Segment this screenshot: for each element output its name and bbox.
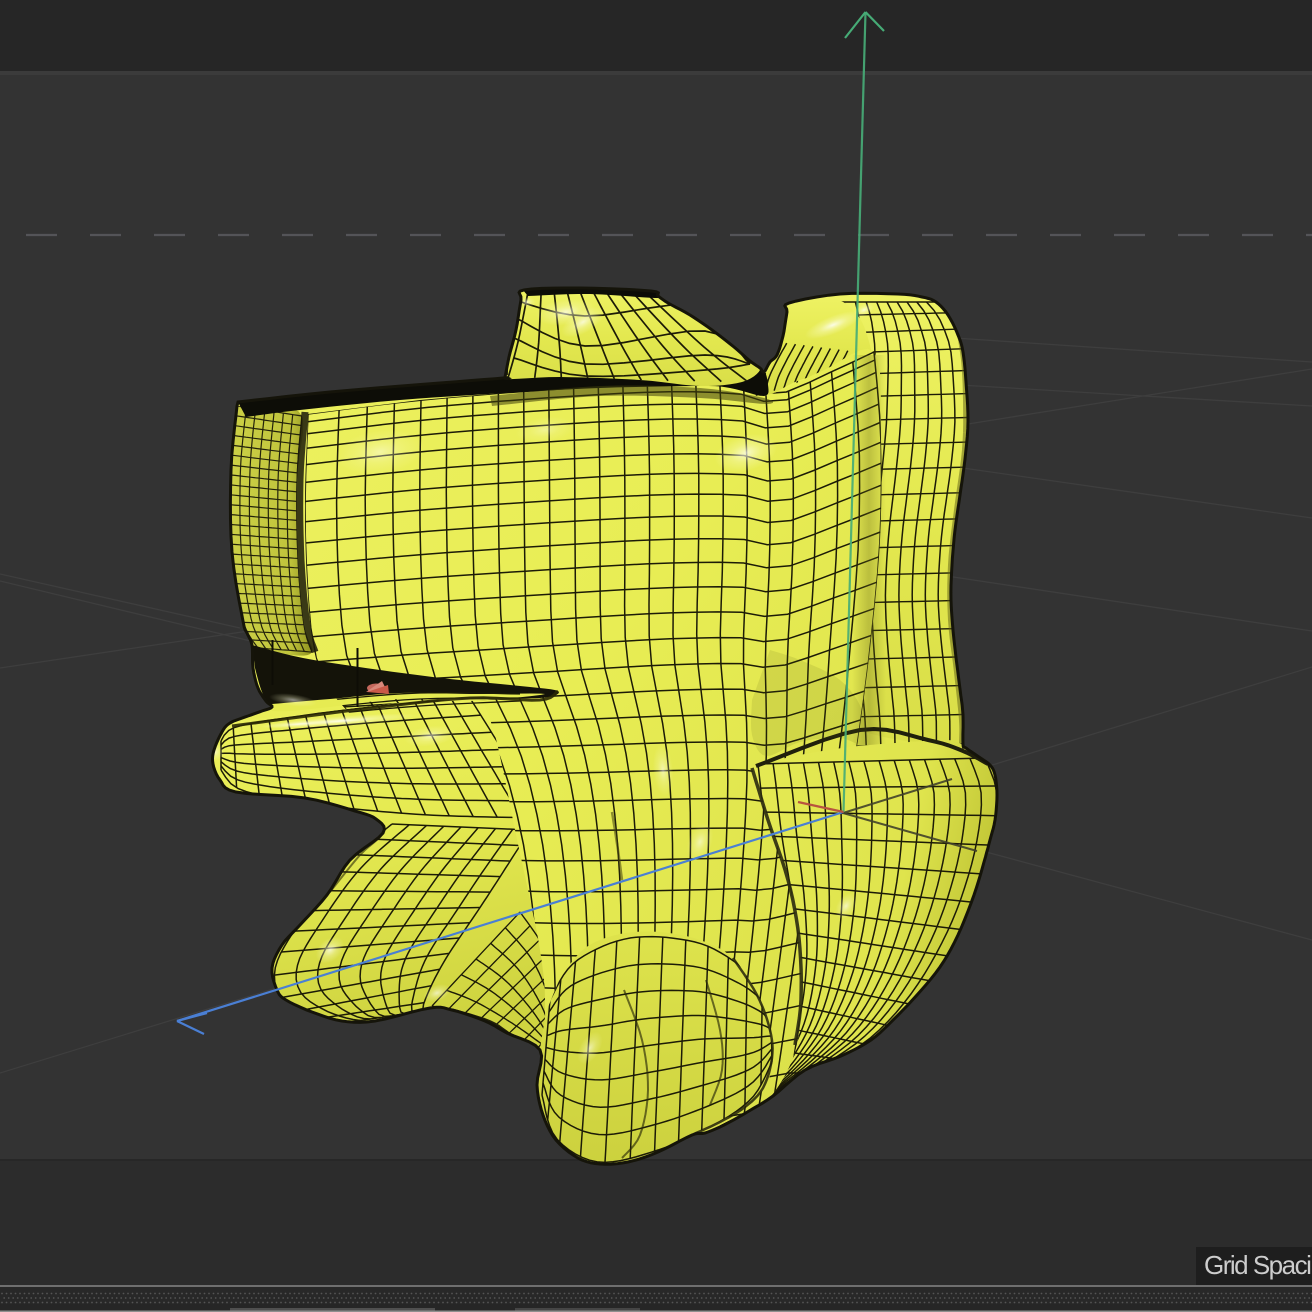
svg-text:Grid Spacin: Grid Spacin xyxy=(1204,1250,1312,1280)
